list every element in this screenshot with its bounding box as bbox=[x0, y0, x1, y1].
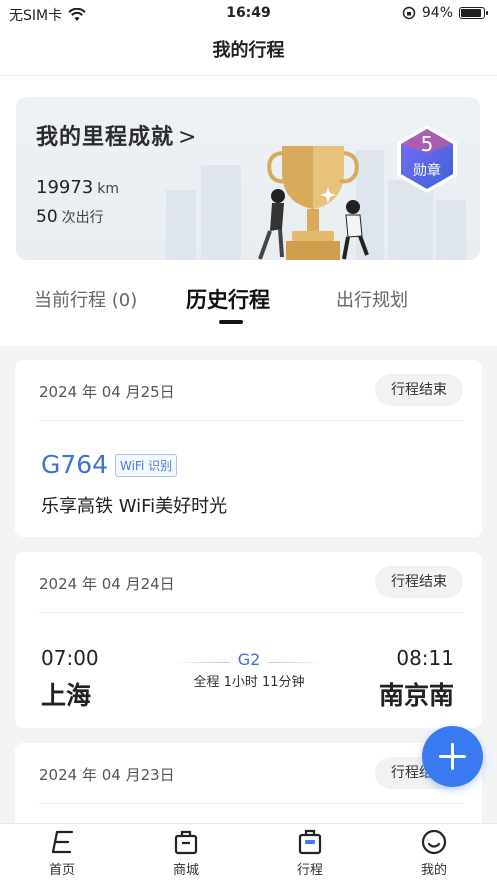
distance-stat: 19973 km bbox=[36, 177, 119, 198]
trip-status-badge: 行程结束 bbox=[375, 374, 463, 406]
tab-indicator bbox=[219, 320, 243, 324]
status-right: 94% bbox=[402, 5, 488, 21]
distance-value: 19973 bbox=[36, 177, 94, 198]
medal-badge[interactable]: 5 勋章 bbox=[394, 123, 460, 195]
tabbar-label: 商城 bbox=[172, 863, 199, 878]
battery-icon bbox=[459, 7, 488, 19]
tabbar-item-shop[interactable]: 商城 bbox=[146, 828, 226, 878]
trips-stat: 50 次出行 bbox=[36, 207, 104, 227]
trip-card[interactable]: 2024 年 04 月25日 行程结束 G764 WiFi 识别 乐享高铁 Wi… bbox=[15, 360, 482, 537]
route-info: G2 全程 1小时 11分钟 bbox=[175, 650, 323, 690]
tab-trip-planning[interactable]: 出行规划 bbox=[336, 286, 408, 312]
wifi-slogan: 乐享高铁 WiFi美好时光 bbox=[41, 496, 228, 517]
battery-percent: 94% bbox=[421, 5, 453, 21]
trip-icon bbox=[298, 829, 322, 855]
mileage-title[interactable]: 我的里程成就 > bbox=[36, 119, 197, 151]
plus-icon bbox=[451, 743, 454, 770]
train-number: G2 bbox=[229, 650, 269, 669]
profile-icon bbox=[421, 829, 447, 855]
chevron-right-icon: > bbox=[178, 125, 198, 150]
departure-city: 上海 bbox=[41, 681, 92, 710]
trip-date: 2024 年 04 月25日 bbox=[39, 383, 175, 401]
badge-label: 勋章 bbox=[413, 163, 441, 179]
tabbar-label: 首页 bbox=[48, 863, 75, 878]
trophy-illustration bbox=[258, 146, 369, 260]
tab-history-trips[interactable]: 历史行程 bbox=[186, 284, 270, 314]
train-number: G764 bbox=[41, 450, 109, 479]
shop-icon bbox=[174, 830, 198, 855]
page-title: 我的行程 bbox=[0, 28, 497, 76]
tabbar-item-profile[interactable]: 我的 bbox=[394, 828, 474, 878]
tabbar-item-trips[interactable]: 行程 bbox=[270, 828, 350, 878]
trip-date: 2024 年 04 月24日 bbox=[39, 575, 175, 593]
bottom-tab-bar: 首页 商城 行程 我的 bbox=[0, 823, 497, 883]
divider bbox=[39, 420, 463, 421]
trip-duration: 全程 1小时 11分钟 bbox=[193, 675, 305, 690]
battery-fill bbox=[461, 9, 481, 17]
tab-current-trips[interactable]: 当前行程 (0) bbox=[34, 286, 137, 312]
tabbar-label: 我的 bbox=[420, 863, 447, 878]
arrival-city: 南京南 bbox=[378, 681, 454, 710]
arrival-time: 08:11 bbox=[396, 646, 454, 670]
divider bbox=[39, 803, 463, 804]
orientation-lock-icon bbox=[402, 6, 416, 20]
trip-status-badge: 行程结束 bbox=[375, 566, 463, 598]
add-trip-button[interactable] bbox=[422, 726, 483, 787]
distance-unit: km bbox=[97, 181, 120, 197]
trip-card[interactable]: 2024 年 04 月24日 行程结束 07:00 上海 G2 全程 1小时 1… bbox=[15, 552, 482, 728]
city-building bbox=[436, 200, 466, 260]
trip-tabs: 当前行程 (0) 历史行程 出行规划 bbox=[0, 276, 497, 326]
divider bbox=[39, 612, 463, 613]
home-icon bbox=[51, 830, 74, 854]
departure-time: 07:00 bbox=[41, 646, 99, 670]
tabbar-item-home[interactable]: 首页 bbox=[22, 828, 102, 878]
city-building bbox=[201, 165, 241, 260]
wifi-tag: WiFi 识别 bbox=[115, 454, 178, 477]
trips-unit: 次出行 bbox=[61, 210, 104, 226]
city-building bbox=[166, 190, 196, 260]
tabbar-label: 行程 bbox=[296, 863, 323, 878]
status-bar: 无SIM卡 16:49 94% bbox=[0, 0, 497, 28]
badge-count: 5 bbox=[420, 132, 434, 156]
trip-card[interactable]: 2024 年 04 月23日 行程结束 bbox=[15, 743, 482, 833]
mileage-title-text: 我的里程成就 bbox=[36, 125, 175, 150]
trip-date: 2024 年 04 月23日 bbox=[39, 766, 175, 784]
trips-value: 50 bbox=[36, 207, 58, 227]
mileage-banner[interactable]: 我的里程成就 > 19973 km 50 次出行 5 勋章 bbox=[16, 97, 480, 260]
top-area: 我的里程成就 > 19973 km 50 次出行 5 勋章 当前行程 (0) 历… bbox=[0, 76, 497, 346]
